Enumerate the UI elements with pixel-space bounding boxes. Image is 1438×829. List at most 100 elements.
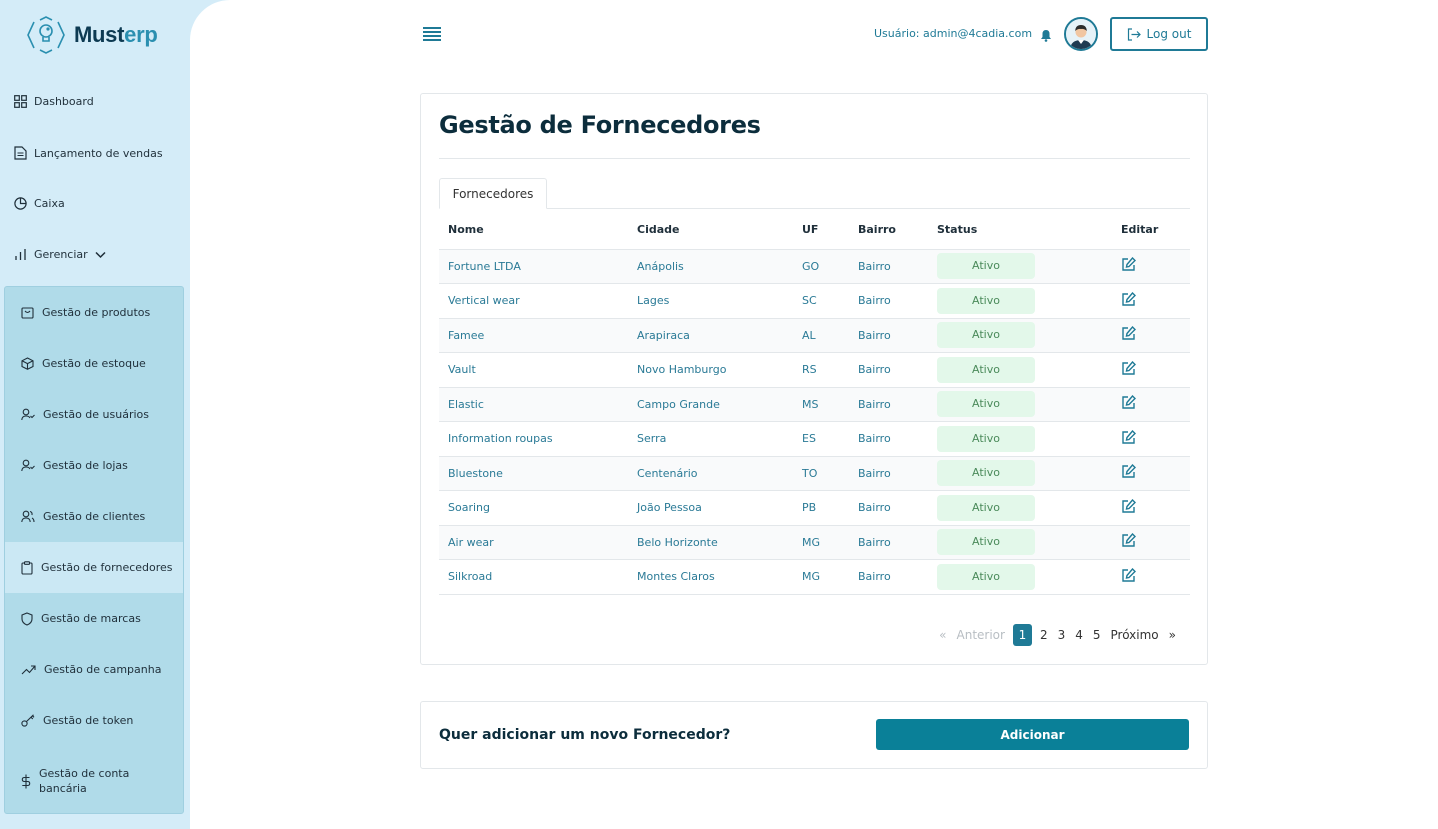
add-button[interactable]: Adicionar (876, 719, 1189, 750)
cell-nome: Air wear (439, 524, 628, 560)
sidebar-item-label: Gerenciar (34, 248, 88, 261)
suppliers-table: Nome Cidade UF Bairro Status Editar Fort… (439, 210, 1190, 595)
cell-editar (1112, 248, 1190, 284)
sidebar-item-produtos[interactable]: Gestão de produtos (5, 287, 183, 338)
edit-icon[interactable] (1121, 464, 1136, 482)
pagination-page[interactable]: 5 (1088, 624, 1106, 646)
cell-editar (1112, 524, 1190, 560)
status-badge: Ativo (937, 460, 1035, 487)
sidebar-item-label: Gestão de usuários (43, 408, 150, 421)
sidebar-item-gerenciar[interactable]: Gerenciar (14, 248, 106, 261)
sidebar-item-conta-bancaria[interactable]: Gestão de conta bancária (5, 752, 183, 810)
edit-icon[interactable] (1121, 567, 1136, 586)
hamburger-menu-icon[interactable] (423, 27, 441, 41)
cell-status: Ativo (928, 352, 1112, 387)
avatar[interactable] (1064, 17, 1098, 51)
sidebar-item-usuarios[interactable]: Gestão de usuários (5, 389, 183, 440)
logout-icon (1127, 27, 1141, 41)
edit-icon[interactable] (1121, 360, 1136, 379)
logout-label: Log out (1146, 27, 1192, 41)
edit-icon[interactable] (1121, 533, 1136, 551)
pagination-page[interactable]: 4 (1070, 624, 1088, 646)
edit-icon[interactable] (1121, 326, 1136, 344)
pagination-prev-symbol[interactable]: « (934, 624, 951, 646)
sidebar-item-marcas[interactable]: Gestão de marcas (5, 593, 183, 644)
sidebar-item-label: Gestão de produtos (42, 306, 151, 319)
divider (439, 158, 1190, 159)
table-row: Elastic Campo Grande MS Bairro Ativo (439, 386, 1190, 422)
edit-icon[interactable] (1121, 429, 1136, 448)
cell-status: Ativo (928, 490, 1112, 525)
cell-nome: Fortune LTDA (439, 248, 628, 284)
cell-bairro: Bairro (849, 317, 928, 353)
sidebar-item-clientes[interactable]: Gestão de clientes (5, 491, 183, 542)
edit-icon[interactable] (1121, 257, 1136, 275)
user-avatar-icon (1066, 19, 1096, 49)
edit-icon[interactable] (1121, 291, 1136, 310)
cell-editar (1112, 490, 1190, 525)
key-icon (21, 714, 35, 727)
sidebar-item-dashboard[interactable]: Dashboard (14, 95, 94, 108)
sidebar-item-label: Gestão de clientes (43, 510, 146, 523)
user-check-icon (21, 408, 35, 421)
cell-cidade: Anápolis (628, 248, 793, 284)
sidebar-item-caixa[interactable]: Caixa (14, 197, 65, 210)
sidebar-item-label: Dashboard (34, 95, 94, 108)
cell-status: Ativo (928, 559, 1112, 595)
brand-name-prefix: Must (74, 22, 125, 47)
pagination-page[interactable]: 1 (1012, 624, 1032, 646)
cell-uf: TO (793, 455, 849, 491)
pagination-next-symbol[interactable]: » (1164, 624, 1181, 646)
sidebar-item-campanha[interactable]: Gestão de campanha (5, 644, 183, 695)
cell-nome: Vault (439, 352, 628, 387)
cell-bairro: Bairro (849, 248, 928, 284)
column-header-cidade[interactable]: Cidade (628, 210, 793, 249)
sidebar-item-label: Caixa (34, 197, 65, 210)
column-header-status[interactable]: Status (928, 210, 1112, 249)
table-row: Fortune LTDA Anápolis GO Bairro Ativo (439, 248, 1190, 284)
cell-cidade: Montes Claros (628, 559, 793, 595)
chevron-down-icon (95, 251, 106, 258)
cell-nome: Vertical wear (439, 283, 628, 318)
brand-logo[interactable]: Musterp (26, 16, 158, 54)
cell-uf: AL (793, 317, 849, 353)
column-header-bairro[interactable]: Bairro (849, 210, 928, 249)
cell-uf: MS (793, 386, 849, 422)
column-header-uf[interactable]: UF (793, 210, 849, 249)
bar-chart-icon (15, 249, 26, 260)
sidebar-item-label: Gestão de lojas (43, 459, 128, 472)
cell-status: Ativo (928, 317, 1112, 353)
sidebar-item-label: Gestão de token (43, 714, 134, 727)
pagination-prev[interactable]: Anterior (952, 624, 1010, 646)
pagination-pages: 12345 (1010, 624, 1106, 646)
column-header-nome[interactable]: Nome (439, 210, 628, 249)
shield-icon (21, 611, 33, 626)
cell-status: Ativo (928, 283, 1112, 318)
sidebar-item-token[interactable]: Gestão de token (5, 695, 183, 746)
edit-icon[interactable] (1121, 395, 1136, 413)
cell-editar (1112, 421, 1190, 456)
sidebar-item-estoque[interactable]: Gestão de estoque (5, 338, 183, 389)
cell-nome: Information roupas (439, 421, 628, 456)
edit-icon[interactable] (1121, 498, 1136, 517)
cell-uf: RS (793, 352, 849, 387)
sidebar-item-lojas[interactable]: Gestão de lojas (5, 440, 183, 491)
cell-status: Ativo (928, 248, 1112, 284)
cell-editar (1112, 283, 1190, 318)
cell-nome: Bluestone (439, 455, 628, 491)
cell-bairro: Bairro (849, 386, 928, 422)
sidebar-item-fornecedores[interactable]: Gestão de fornecedores (5, 542, 183, 593)
pagination-page[interactable]: 2 (1035, 624, 1053, 646)
status-badge: Ativo (937, 563, 1035, 590)
sidebar-item-vendas[interactable]: Lançamento de vendas (14, 146, 163, 160)
tab-fornecedores[interactable]: Fornecedores (439, 178, 547, 209)
pagination-next[interactable]: Próximo (1106, 624, 1164, 646)
cell-uf: MG (793, 559, 849, 595)
lightbulb-hexagon-icon (27, 16, 65, 54)
bell-icon[interactable] (1040, 27, 1052, 46)
logout-button[interactable]: Log out (1110, 17, 1208, 51)
status-badge: Ativo (937, 253, 1035, 280)
pagination-page[interactable]: 3 (1053, 624, 1071, 646)
add-supplier-question: Quer adicionar um novo Fornecedor? (439, 727, 731, 743)
tab-divider (439, 208, 1190, 209)
